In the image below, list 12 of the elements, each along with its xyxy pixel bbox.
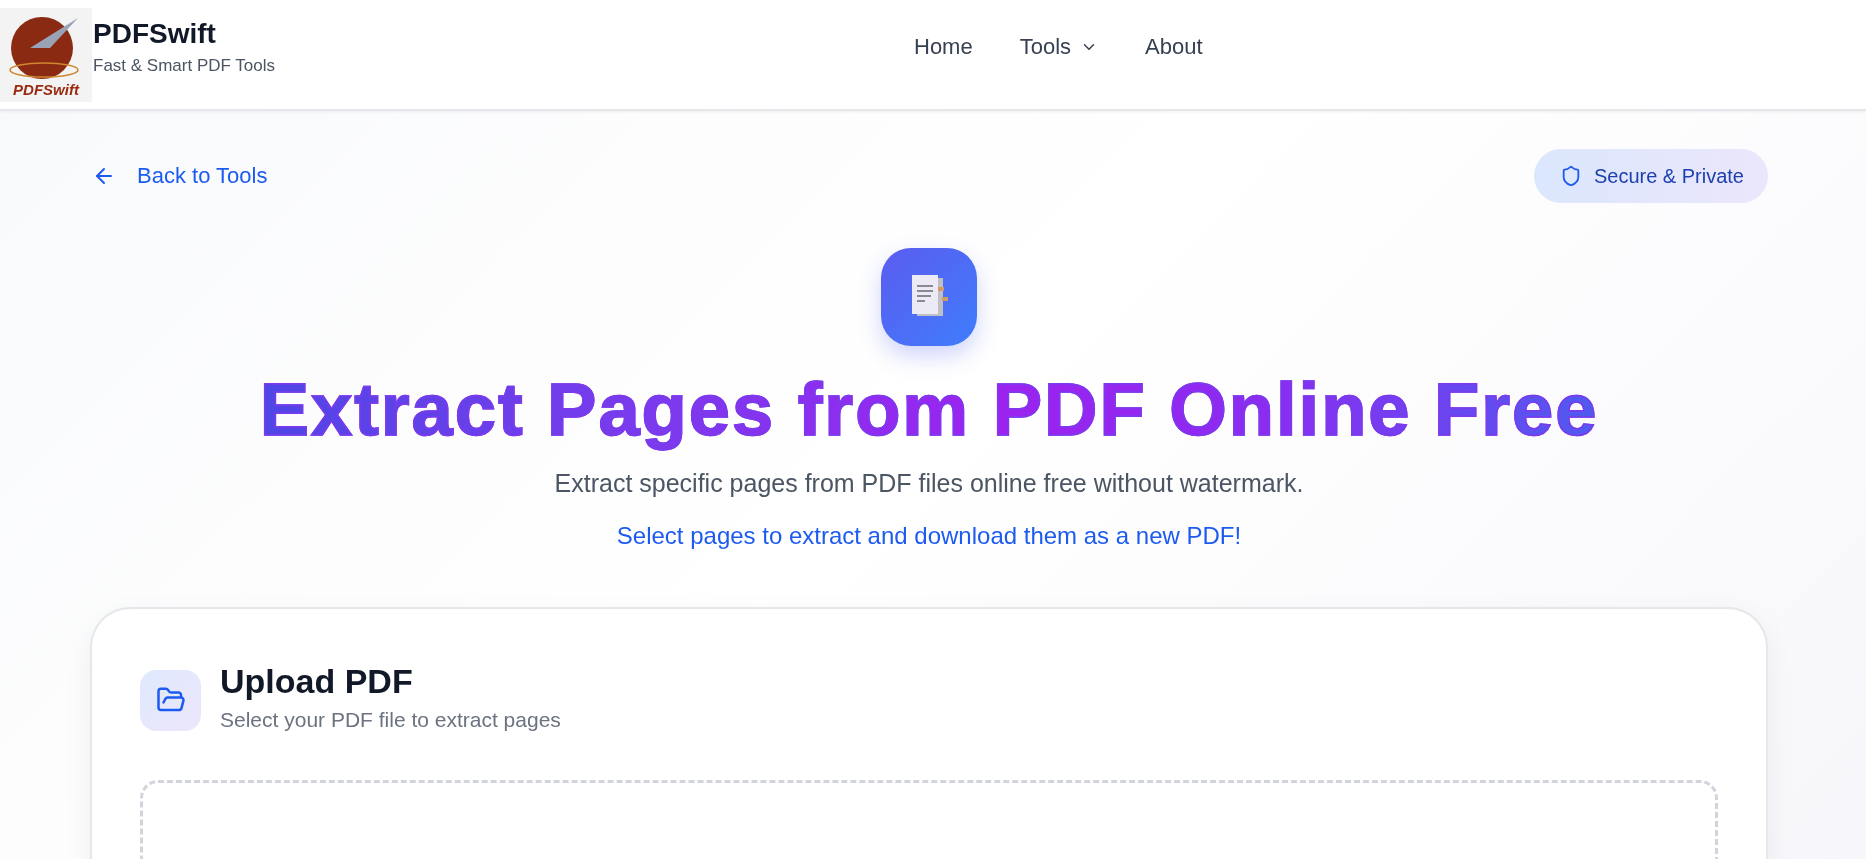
page-subtitle: Extract specific pages from PDF files online free without watermark. xyxy=(554,468,1304,498)
nav-link[interactable]: About xyxy=(1145,34,1203,60)
brand-tagline: Fast & Smart PDF Tools xyxy=(93,55,275,76)
nav-link[interactable]: Home xyxy=(914,34,973,60)
back-link[interactable]: Back to Tools xyxy=(90,163,268,189)
security-badge: Secure & Private xyxy=(1533,149,1768,203)
nav-dropdown[interactable]: Tools xyxy=(1019,34,1099,60)
card-subtitle: Select your PDF file to extract pages xyxy=(220,707,561,732)
card-title: Upload PDF xyxy=(220,661,414,701)
page-tagline: Select pages to extract and download them as a new PDF! xyxy=(616,521,1242,550)
brand-name: PDFSwift xyxy=(93,17,217,50)
logo-drawing[interactable]: PDFSwift xyxy=(0,7,92,102)
